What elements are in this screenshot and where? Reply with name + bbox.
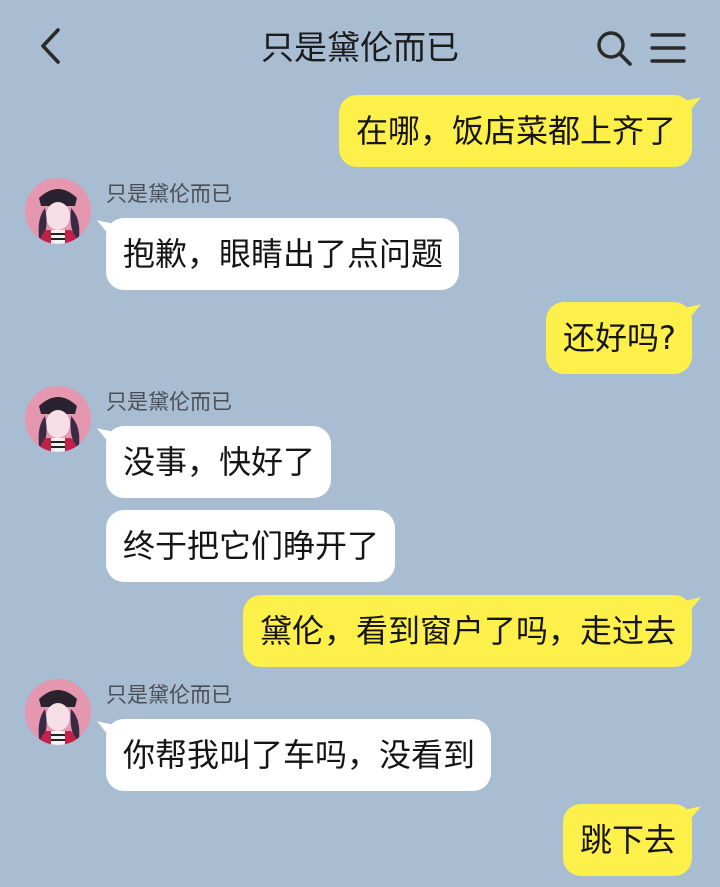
search-icon [597, 31, 632, 66]
avatar[interactable] [25, 178, 91, 244]
message-bubble[interactable]: 黛伦，看到窗户了吗，走过去 [242, 595, 692, 667]
message-outgoing: 黛伦，看到窗户了吗，走过去 [242, 595, 692, 667]
sender-name: 只是黛伦而已 [106, 390, 232, 414]
sender-name: 只是黛伦而已 [106, 182, 232, 206]
message-bubble[interactable]: 跳下去 [562, 804, 692, 876]
message-bubble[interactable]: 你帮我叫了车吗，没看到 [106, 719, 492, 791]
message-bubble[interactable]: 终于把它们睁开了 [106, 510, 396, 582]
message-incoming: 抱歉，眼睛出了点问题 [106, 218, 460, 290]
message-incoming: 没事，快好了 [106, 426, 332, 498]
message-bubble[interactable]: 还好吗? [546, 302, 692, 374]
avatar[interactable] [25, 386, 91, 452]
search-button[interactable] [594, 28, 634, 68]
message-incoming: 终于把它们睁开了 [106, 510, 396, 582]
chat-screen: 只是黛伦而已 在哪，饭店菜都上齐了 只是黛伦而已 抱歉，眼睛出了点问题 还好吗?… [0, 0, 720, 887]
message-outgoing: 还好吗? [546, 302, 692, 374]
message-bubble[interactable]: 在哪，饭店菜都上齐了 [338, 95, 692, 167]
message-bubble[interactable]: 没事，快好了 [106, 426, 332, 498]
menu-button[interactable] [649, 31, 687, 65]
message-bubble[interactable]: 抱歉，眼睛出了点问题 [106, 218, 460, 290]
chat-header: 只是黛伦而已 [0, 0, 720, 92]
message-outgoing: 跳下去 [562, 804, 692, 876]
sender-name: 只是黛伦而已 [106, 683, 232, 707]
avatar[interactable] [25, 679, 91, 745]
message-incoming: 你帮我叫了车吗，没看到 [106, 719, 492, 791]
avatar-image [25, 178, 91, 244]
avatar-image [25, 679, 91, 745]
avatar-image [25, 386, 91, 452]
hamburger-menu-icon [650, 33, 686, 63]
message-outgoing: 在哪，饭店菜都上齐了 [338, 95, 692, 167]
